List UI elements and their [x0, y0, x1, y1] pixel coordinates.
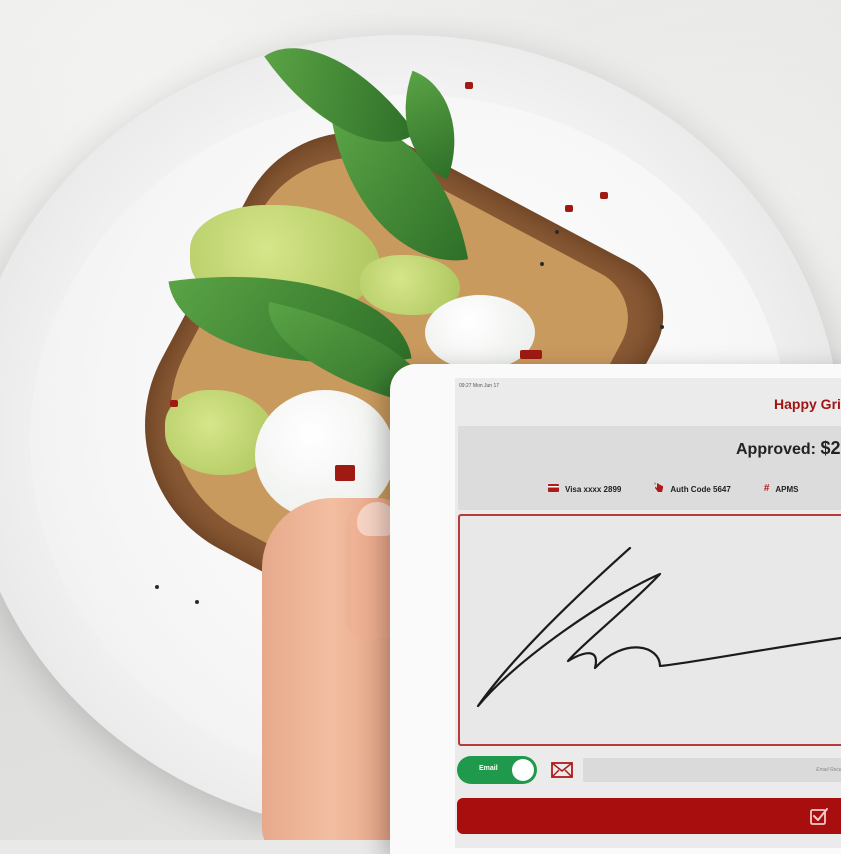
submit-button[interactable] — [457, 798, 841, 834]
approved-label: Approved: — [736, 441, 816, 458]
checkbox-icon — [810, 808, 828, 825]
email-receipt-row: Email — [457, 756, 841, 784]
pepper-speck — [660, 325, 664, 329]
chili-flake — [335, 465, 355, 481]
hash-icon: # — [763, 483, 770, 494]
signature-pad[interactable] — [458, 514, 841, 746]
chili-flake — [600, 192, 608, 199]
email-toggle[interactable]: Email — [457, 756, 537, 784]
approved-amount: Approved: $2 — [736, 438, 840, 459]
reference-detail: # APMS — [764, 482, 799, 496]
chili-flake — [170, 400, 178, 407]
pepper-speck — [555, 230, 559, 234]
transaction-summary: Approved: $2 Visa xxxx 2899 Auth Code 56… — [458, 426, 841, 510]
poached-egg — [425, 295, 535, 370]
credit-card-icon — [548, 483, 559, 495]
hand-pointer-icon — [654, 482, 664, 496]
signature-stroke — [476, 546, 841, 708]
pepper-speck — [195, 600, 199, 604]
payment-screen: 09:27 Mon Jun 17 Happy Gri Approved: $2 … — [455, 378, 841, 848]
email-toggle-label: Email — [479, 765, 498, 772]
amount-value: $2 — [820, 438, 841, 458]
chili-flake — [520, 350, 542, 359]
chili-flake — [465, 82, 473, 89]
toggle-knob — [512, 759, 534, 781]
reference-label: APMS — [775, 484, 799, 494]
email-receipt-input[interactable] — [583, 758, 841, 782]
card-label: Visa xxxx 2899 — [565, 484, 622, 494]
pepper-speck — [540, 262, 544, 266]
status-bar: 09:27 Mon Jun 17 — [459, 383, 500, 389]
auth-detail: Auth Code 5647 — [654, 482, 731, 496]
auth-label: Auth Code 5647 — [670, 484, 731, 494]
chili-flake — [565, 205, 573, 212]
card-detail: Visa xxxx 2899 — [548, 482, 621, 496]
pepper-speck — [155, 585, 159, 589]
transaction-details: Visa xxxx 2899 Auth Code 5647 # APMS — [548, 482, 799, 496]
merchant-name: Happy Gri — [774, 396, 841, 412]
envelope-icon — [551, 762, 573, 778]
